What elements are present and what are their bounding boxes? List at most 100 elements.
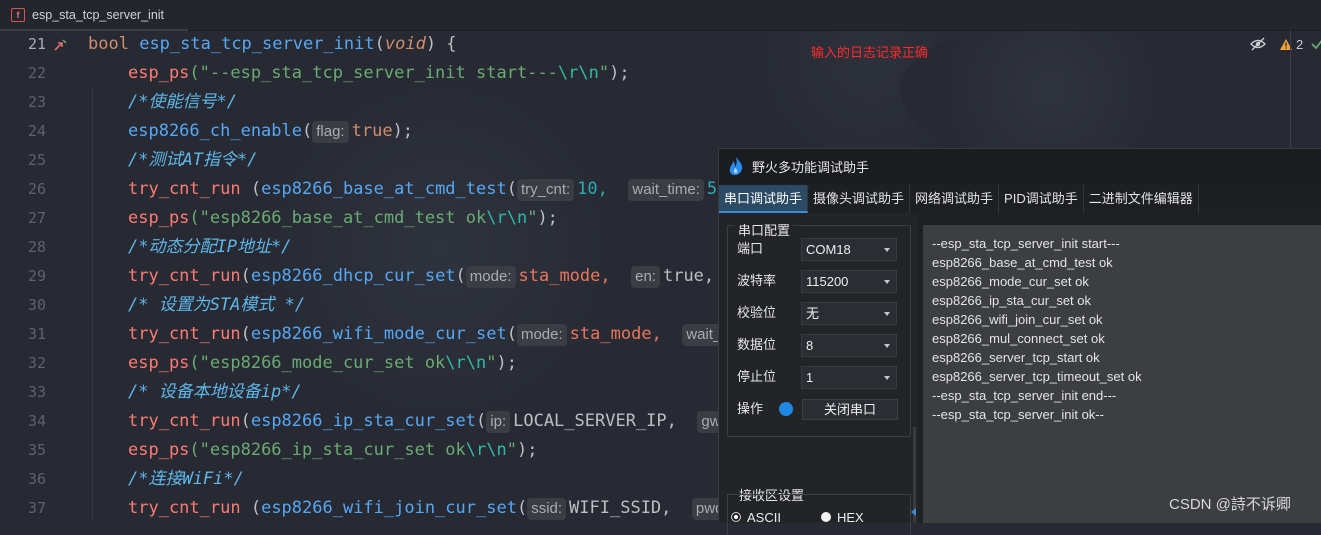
check-icon[interactable] — [1311, 38, 1321, 50]
receive-line: esp8266_wifi_join_cur_set ok — [932, 312, 1103, 327]
line-number: 37 — [27, 499, 46, 517]
code-line-32[interactable]: esp_ps("esp8266_mode_cur_set ok\r\n"); — [128, 349, 517, 378]
breadcrumb-function-name[interactable]: esp_sta_tcp_server_init — [32, 8, 164, 22]
gutter-line: 30 — [0, 291, 80, 320]
param-hint: mode: — [465, 266, 516, 288]
code-line-28[interactable]: /*动态分配IP地址*/ — [128, 233, 291, 262]
code-token-number: 10, — [577, 179, 608, 199]
param-hint: mode: — [516, 324, 567, 346]
code-token-end: ); — [392, 121, 414, 141]
tab-binary-editor[interactable]: 二进制文件编辑器 — [1084, 185, 1199, 213]
chevron-down-icon — [884, 312, 890, 316]
code-line-23[interactable]: /*使能信号*/ — [128, 88, 237, 117]
code-line-36[interactable]: /*连接WiFi*/ — [128, 465, 244, 494]
eye-crossed-icon[interactable] — [1250, 37, 1266, 51]
receive-line: esp8266_server_tcp_timeout_set ok — [932, 369, 1142, 384]
line-number: 32 — [27, 354, 46, 372]
code-line-37[interactable]: try_cnt_run (esp8266_wifi_join_cur_set(s… — [128, 494, 735, 523]
collapse-arrow-icon[interactable] — [911, 508, 916, 516]
code-token-paren: ( — [240, 498, 262, 518]
code-token-function: esp8266_ch_enable — [128, 121, 302, 141]
code-token-paren: ( — [506, 324, 517, 344]
code-line-33[interactable]: /* 设备本地设备ip*/ — [128, 378, 302, 407]
line-number: 36 — [27, 470, 46, 488]
code-token-function: esp8266_wifi_join_cur_set — [261, 498, 517, 518]
warning-count: 2 — [1296, 36, 1304, 52]
code-line-27[interactable]: esp_ps("esp8266_base_at_cmd_test ok\r\n"… — [128, 204, 558, 233]
code-token-function: esp8266_dhcp_cur_set — [250, 266, 456, 286]
baud-rate-select[interactable]: 115200 — [801, 270, 897, 293]
ascii-radio[interactable]: ASCII — [731, 509, 781, 525]
code-token-comment: /*测试AT指令*/ — [128, 150, 258, 170]
code-token-string-end: " — [486, 353, 497, 373]
code-token-call: esp_ps — [128, 440, 190, 460]
code-line-31[interactable]: try_cnt_run(esp8266_wifi_mode_cur_set(mo… — [128, 320, 732, 349]
line-number: 29 — [27, 267, 46, 285]
radio-selected-icon — [731, 512, 741, 522]
code-line-21[interactable]: bool esp_sta_tcp_server_init(void) { — [88, 30, 457, 59]
code-line-34[interactable]: try_cnt_run(esp8266_ip_sta_cur_set(ip: LO… — [128, 407, 732, 436]
code-token-function: esp8266_base_at_cmd_test — [261, 179, 507, 199]
tool-title: 野火多功能调试助手 — [752, 159, 870, 175]
tab-network-assistant[interactable]: 网络调试助手 — [910, 185, 1000, 213]
code-token-escape: \r\n — [465, 440, 507, 460]
receive-line: esp8266_mode_cur_set ok — [932, 274, 1089, 289]
stop-bits-select[interactable]: 1 — [801, 366, 897, 389]
code-token-end: ); — [609, 63, 630, 83]
receive-line: esp8266_mul_connect_set ok — [932, 331, 1105, 346]
line-number: 30 — [27, 296, 46, 314]
line-number: 33 — [27, 383, 46, 401]
code-token-escape: \r\n — [445, 353, 487, 373]
close-port-button[interactable]: 关闭串口 — [802, 399, 898, 420]
code-token-comment: /* 设备本地设备ip*/ — [128, 382, 302, 402]
code-token-comment: /* 设置为STA模式 */ — [128, 295, 306, 315]
code-token-value: true — [351, 121, 393, 141]
code-token-paren: ( — [516, 498, 528, 518]
chevron-down-icon — [884, 248, 890, 252]
gutter-line: 24 — [0, 117, 80, 146]
line-number: 24 — [27, 122, 46, 140]
code-token-function: esp8266_ip_sta_cur_set — [250, 411, 477, 431]
parity-value: 无 — [806, 306, 820, 321]
tab-serial-assistant[interactable]: 串口调试助手 — [719, 185, 809, 213]
port-select[interactable]: COM18 — [801, 238, 897, 261]
inspection-widget[interactable]: 2 — [1250, 34, 1321, 54]
receive-area[interactable]: --esp_sta_tcp_server_init start--- esp82… — [923, 225, 1321, 523]
serial-config-panel: 串口配置 端口 COM18 波特率 115200 校验位 无 数据位 8 停止位… — [719, 213, 919, 535]
serial-tool-window[interactable]: 野火多功能调试助手 串口调试助手 摄像头调试助手 网络调试助手 PID调试助手 … — [718, 148, 1321, 535]
code-token-value: true, — [662, 266, 715, 286]
implementation-arrow-icon[interactable] — [52, 37, 68, 53]
hex-radio[interactable]: HEX — [821, 509, 864, 525]
line-number: 28 — [27, 238, 46, 256]
receive-line: --esp_sta_tcp_server_init start--- — [932, 236, 1120, 251]
param-hint: ip: — [486, 411, 511, 433]
code-token-end: ); — [537, 208, 558, 228]
code-token-paren: ( — [240, 179, 262, 199]
code-line-25[interactable]: /*测试AT指令*/ — [128, 146, 257, 175]
gutter-line: 26 — [0, 175, 80, 204]
gutter-line: 37 — [0, 494, 80, 523]
line-number: 26 — [27, 180, 46, 198]
data-bits-select[interactable]: 8 — [801, 334, 897, 357]
code-token-value: WIFI_SSID, — [569, 498, 672, 518]
code-line-29[interactable]: try_cnt_run(esp8266_dhcp_cur_set(mode: st… — [128, 262, 714, 291]
code-line-22[interactable]: esp_ps("--esp_sta_tcp_server_init start-… — [128, 59, 630, 88]
gutter-line: 25 — [0, 146, 80, 175]
code-token-call: esp_ps — [128, 353, 190, 373]
parity-select[interactable]: 无 — [801, 302, 897, 325]
gutter-line: 35 — [0, 436, 80, 465]
port-value: COM18 — [806, 242, 851, 257]
code-token-value: sta_mode, — [569, 324, 662, 344]
code-token-paren: ( — [240, 411, 251, 431]
tab-pid-assistant[interactable]: PID调试助手 — [999, 185, 1084, 213]
tool-titlebar[interactable]: 野火多功能调试助手 — [719, 149, 1321, 183]
hex-label: HEX — [837, 509, 864, 525]
code-line-35[interactable]: esp_ps("esp8266_ip_sta_cur_set ok\r\n"); — [128, 436, 537, 465]
tab-camera-assistant[interactable]: 摄像头调试助手 — [808, 185, 911, 213]
code-token-value: sta_mode, — [518, 266, 611, 286]
gutter-line: 36 — [0, 465, 80, 494]
code-token-function-decl: esp_sta_tcp_server_init — [139, 34, 375, 54]
code-line-30[interactable]: /* 设置为STA模式 */ — [128, 291, 305, 320]
code-line-24[interactable]: esp8266_ch_enable(flag: true); — [128, 117, 413, 146]
code-line-26[interactable]: try_cnt_run (esp8266_base_at_cmd_test(tr… — [128, 175, 717, 204]
